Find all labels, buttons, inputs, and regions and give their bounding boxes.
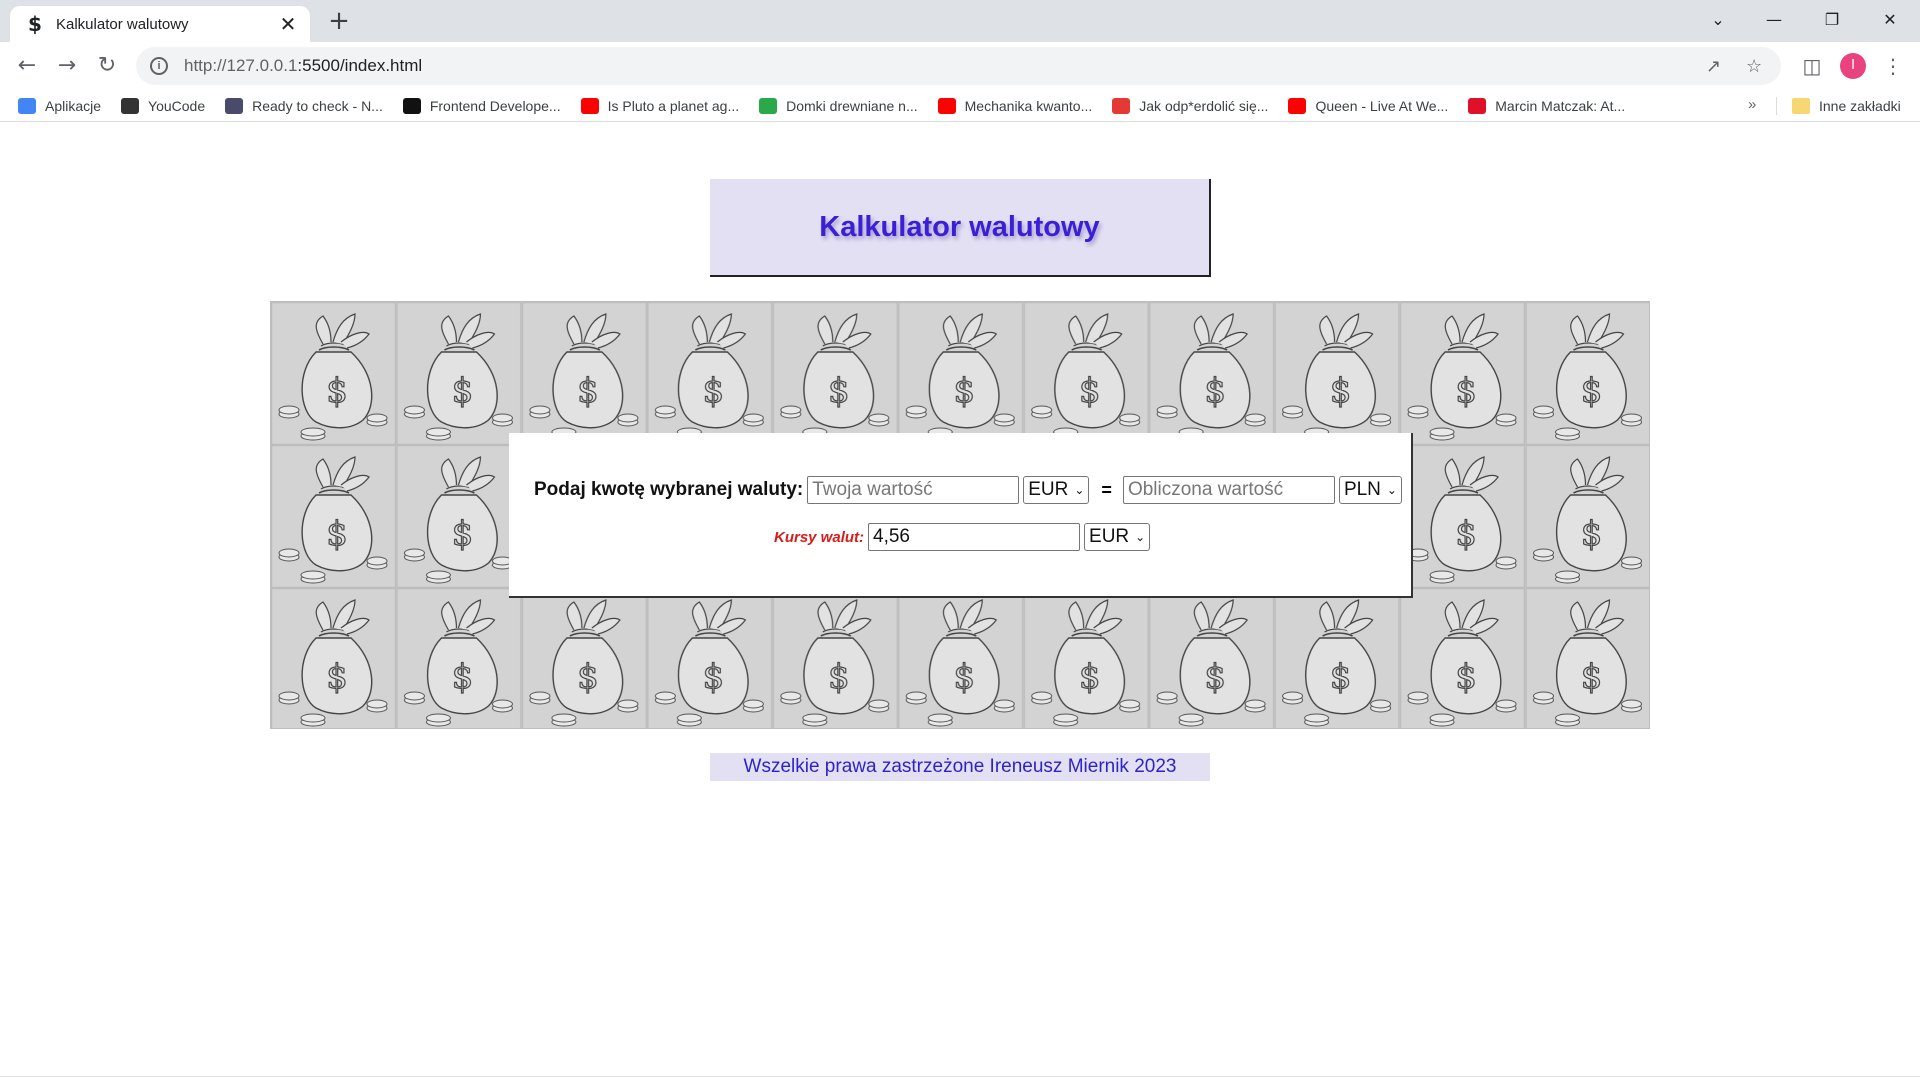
tab-search-icon[interactable]: ⌄	[1690, 0, 1746, 38]
bookmark-label: Marcin Matczak: At...	[1495, 97, 1626, 114]
address-bar[interactable]: i http://127.0.0.1:5500/index.html ↗ ☆	[136, 47, 1781, 85]
from-currency-value: EUR	[1028, 479, 1069, 500]
rate-input[interactable]	[868, 523, 1081, 551]
bookmark-label: YouCode	[148, 97, 206, 114]
browser-tab[interactable]: $ Kalkulator walutowy ✕	[10, 6, 310, 42]
bookmark-label: Ready to check - N...	[252, 97, 383, 114]
dots-icon	[1112, 97, 1131, 114]
bookmark-red-icon	[1468, 97, 1487, 114]
star-icon[interactable]: ☆	[1746, 47, 1762, 85]
url-path: :5500/index.html	[297, 56, 423, 75]
folder-icon	[1792, 98, 1810, 114]
menu-dots-icon[interactable]: ⋮	[1879, 52, 1907, 80]
url-host: http://127.0.0.1	[184, 56, 298, 75]
bookmark-item[interactable]: Frontend Develope...	[402, 97, 561, 114]
window-bottom-edge	[0, 1076, 1920, 1077]
bookmarks-bar: Aplikacje YouCode Ready to check - N... Fro…	[0, 90, 1920, 122]
other-bookmarks[interactable]: Inne zakładki	[1792, 90, 1901, 122]
new-tab-button[interactable]: +	[324, 6, 354, 36]
reload-icon[interactable]: ↻	[93, 52, 121, 80]
apps-grid-icon	[18, 97, 36, 114]
url-text[interactable]: http://127.0.0.1:5500/index.html	[184, 56, 422, 76]
bookmark-item[interactable]: Domki drewniane n...	[759, 97, 918, 114]
bookmark-item[interactable]: Queen - Live At We...	[1288, 97, 1449, 114]
browser-toolbar: ← → ↻ i http://127.0.0.1:5500/index.html…	[0, 42, 1920, 90]
wolf-icon	[225, 97, 244, 114]
tab-close-icon[interactable]: ✕	[276, 12, 300, 36]
conversion-row: Podaj kwotę wybranej waluty: EUR ⌄ = PLN…	[534, 476, 1402, 504]
converter-form: Podaj kwotę wybranej waluty: EUR ⌄ = PLN…	[509, 433, 1413, 598]
bookmark-item[interactable]: Ready to check - N...	[225, 97, 383, 114]
youtube-icon	[580, 97, 599, 114]
youtube-icon	[1288, 97, 1307, 114]
bookmark-label: Aplikacje	[45, 97, 102, 114]
rate-currency-select[interactable]: EUR ⌄	[1084, 523, 1151, 551]
frontend-icon	[402, 97, 421, 114]
forward-arrow-icon[interactable]: →	[53, 52, 81, 80]
bookmark-label: Frontend Develope...	[429, 97, 561, 114]
dollar-favicon-icon: $	[28, 12, 42, 36]
amount-label: Podaj kwotę wybranej waluty:	[534, 479, 804, 500]
back-arrow-icon[interactable]: ←	[13, 52, 41, 80]
youtube-icon	[937, 97, 956, 114]
bookmark-item[interactable]: Is Pluto a planet ag...	[580, 97, 740, 114]
side-panel-icon[interactable]: ◫	[1798, 52, 1826, 80]
bookmarks-divider	[1776, 97, 1777, 115]
page-title: Kalkulator walutowy	[819, 210, 1100, 243]
equals-sign: =	[1101, 479, 1112, 500]
bookmark-label: Is Pluto a planet ag...	[607, 97, 740, 114]
bookmark-item[interactable]: Marcin Matczak: At...	[1468, 97, 1626, 114]
bookmarks-overflow-button[interactable]: »	[1748, 96, 1756, 113]
bookmark-label: Jak odp*erdolić się...	[1139, 97, 1269, 114]
bookmark-item[interactable]: Mechanika kwanto...	[937, 97, 1093, 114]
bookmark-item[interactable]: YouCode	[121, 97, 206, 114]
page-footer: Wszelkie prawa zastrzeżone Ireneusz Mier…	[710, 753, 1210, 781]
minimize-button[interactable]: —	[1746, 0, 1802, 38]
bookmark-label: Domki drewniane n...	[786, 97, 918, 114]
tab-strip: $ Kalkulator walutowy ✕ + ⌄ — ❐ ✕	[0, 0, 1920, 42]
info-icon[interactable]: i	[150, 57, 168, 75]
chevron-down-icon: ⌄	[1074, 483, 1085, 497]
profile-avatar[interactable]: I	[1839, 52, 1867, 80]
bookmark-item[interactable]: Jak odp*erdolić się...	[1112, 97, 1269, 114]
tab-title: Kalkulator walutowy	[56, 15, 189, 33]
bookmark-item[interactable]: Aplikacje	[18, 97, 102, 114]
from-currency-select[interactable]: EUR ⌄	[1023, 476, 1090, 504]
rate-currency-value: EUR	[1089, 526, 1130, 547]
amount-input[interactable]	[807, 476, 1020, 504]
to-currency-value: PLN	[1343, 479, 1381, 500]
other-bookmarks-label: Inne zakładki	[1819, 98, 1901, 114]
restore-button[interactable]: ❐	[1804, 0, 1860, 38]
rates-row: Kursy walut: EUR ⌄	[774, 523, 1151, 551]
youcode-icon	[121, 97, 140, 114]
avatar: I	[1840, 53, 1866, 79]
share-icon[interactable]: ↗	[1706, 47, 1721, 85]
bookmark-label: Mechanika kwanto...	[964, 97, 1093, 114]
to-currency-select[interactable]: PLN ⌄	[1338, 476, 1402, 504]
bookmark-label: Queen - Live At We...	[1315, 97, 1449, 114]
page-header: Kalkulator walutowy	[710, 179, 1211, 277]
rates-label: Kursy walut:	[774, 528, 865, 546]
s-logo-icon	[759, 97, 778, 114]
result-input[interactable]	[1122, 476, 1335, 504]
chevron-down-icon: ⌄	[1135, 530, 1146, 544]
chevron-down-icon: ⌄	[1386, 483, 1397, 497]
window-close-button[interactable]: ✕	[1862, 0, 1918, 38]
